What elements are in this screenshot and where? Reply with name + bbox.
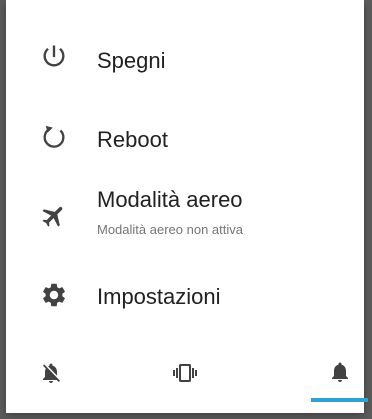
airplane-mode-label: Modalità aereo xyxy=(97,187,243,212)
bell-off-icon xyxy=(43,363,60,383)
bell-icon xyxy=(332,362,348,382)
power-menu-dialog: Spegni Reboot Modalità aereo Modalità ae… xyxy=(6,0,368,413)
selected-mode-indicator xyxy=(311,398,368,402)
power-off-item[interactable]: Spegni xyxy=(6,20,364,96)
vibrate-mode-button[interactable] xyxy=(140,340,230,406)
airplane-icon xyxy=(40,202,68,230)
sound-mode-bar xyxy=(6,340,368,413)
power-icon xyxy=(40,42,68,70)
settings-item[interactable]: Impostazioni xyxy=(6,262,364,332)
settings-label: Impostazioni xyxy=(97,284,221,309)
reboot-label: Reboot xyxy=(97,127,168,152)
airplane-mode-status: Modalità aereo non attiva xyxy=(97,222,243,237)
power-off-label: Spegni xyxy=(97,48,166,73)
airplane-mode-item[interactable]: Modalità aereo Modalità aereo non attiva xyxy=(6,178,364,264)
sound-mode-button[interactable] xyxy=(294,340,364,406)
silent-mode-button[interactable] xyxy=(6,340,96,406)
vibrate-icon xyxy=(173,364,197,382)
settings-gear-icon xyxy=(40,281,68,309)
reboot-item[interactable]: Reboot xyxy=(6,100,364,176)
restart-icon xyxy=(40,123,68,151)
